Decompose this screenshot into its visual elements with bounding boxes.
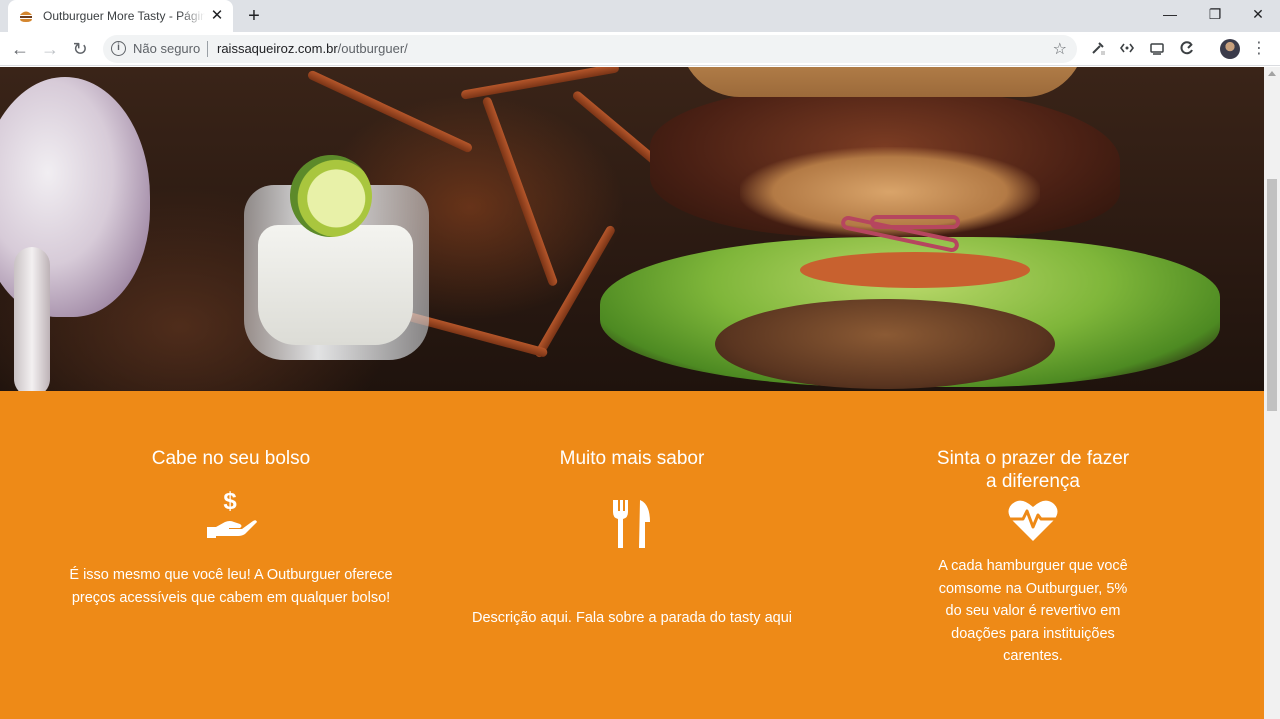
feature-description: Descrição aqui. Fala sobre a parada do t… xyxy=(472,610,792,626)
pipette-icon[interactable] xyxy=(1088,40,1108,58)
url-path: /outburguer/ xyxy=(337,41,408,56)
tab-close-icon[interactable]: ✕ xyxy=(209,8,225,24)
tab-outburguer[interactable]: Outburguer More Tasty - Página ✕ xyxy=(8,0,233,32)
profile-avatar[interactable] xyxy=(1220,39,1240,59)
page-scrollbar[interactable] xyxy=(1264,67,1280,719)
cutlery-icon xyxy=(613,500,650,548)
bun-top-shape xyxy=(680,67,1085,97)
reload-button[interactable]: ↻ xyxy=(67,36,93,62)
feature-title: Sinta o prazer de fazer a diferença xyxy=(936,448,1130,492)
money-hand-icon: $ xyxy=(207,488,257,538)
forward-button[interactable]: → xyxy=(37,36,63,62)
cast-icon[interactable] xyxy=(1147,40,1167,58)
tomato-shape xyxy=(800,252,1030,288)
omnibox-divider xyxy=(207,41,208,57)
bun-bottom-shape xyxy=(715,299,1055,389)
burger-favicon-icon xyxy=(20,11,32,22)
page-viewport: Cabe no seu bolso $ É isso mesmo que voc… xyxy=(0,67,1264,719)
back-button[interactable]: ← xyxy=(7,36,33,62)
feature-card-price: Cabe no seu bolso $ É isso mesmo que voc… xyxy=(66,391,396,609)
feature-description: A cada hamburguer que você comsome na Ou… xyxy=(938,558,1128,664)
feature-card-charity: Sinta o prazer de fazer a diferença A ca… xyxy=(868,391,1198,668)
minimize-button[interactable]: — xyxy=(1148,0,1192,30)
fries-shape xyxy=(481,95,559,288)
security-label[interactable]: Não seguro xyxy=(133,41,200,56)
bookmark-star-icon[interactable]: ☆ xyxy=(1053,39,1067,59)
garlic-stem-shape xyxy=(14,247,50,391)
svg-text:$: $ xyxy=(223,488,237,515)
sauce-shape xyxy=(258,225,413,345)
heart-pulse-icon xyxy=(1008,500,1058,541)
new-tab-button[interactable]: + xyxy=(243,4,265,28)
tab-title: Outburguer More Tasty - Página xyxy=(43,9,205,23)
feature-title: Cabe no seu bolso xyxy=(151,448,311,469)
onion-ring-shape xyxy=(870,215,960,229)
url-domain: raissaqueiroz.com.br xyxy=(217,41,338,56)
tab-strip: Outburguer More Tasty - Página ✕ + — ❐ ✕ xyxy=(0,0,1280,32)
address-bar[interactable]: i Não seguro raissaqueiroz.com.br/outbur… xyxy=(103,35,1077,63)
browser-menu-icon[interactable]: ⋮ xyxy=(1251,38,1267,60)
refresh-ext-icon[interactable] xyxy=(1177,40,1197,58)
fries-shape xyxy=(460,67,620,100)
fries-shape xyxy=(306,69,474,154)
url-text[interactable]: raissaqueiroz.com.br/outburguer/ xyxy=(217,41,408,56)
close-window-button[interactable]: ✕ xyxy=(1236,0,1280,30)
restore-button[interactable]: ❐ xyxy=(1193,0,1237,30)
hero-burger-image xyxy=(0,67,1264,391)
feature-title: Muito mais sabor xyxy=(559,448,705,469)
info-icon[interactable]: i xyxy=(111,41,126,56)
code-icon[interactable] xyxy=(1117,40,1137,58)
scroll-thumb[interactable] xyxy=(1267,179,1277,411)
features-section: Cabe no seu bolso $ É isso mesmo que voc… xyxy=(0,391,1264,719)
feature-description: É isso mesmo que você leu! A Outburguer … xyxy=(69,567,393,606)
scroll-up-arrow-icon[interactable] xyxy=(1268,71,1276,76)
feature-card-flavor: Muito mais sabor Descrição aqui. Fala so… xyxy=(467,391,797,630)
